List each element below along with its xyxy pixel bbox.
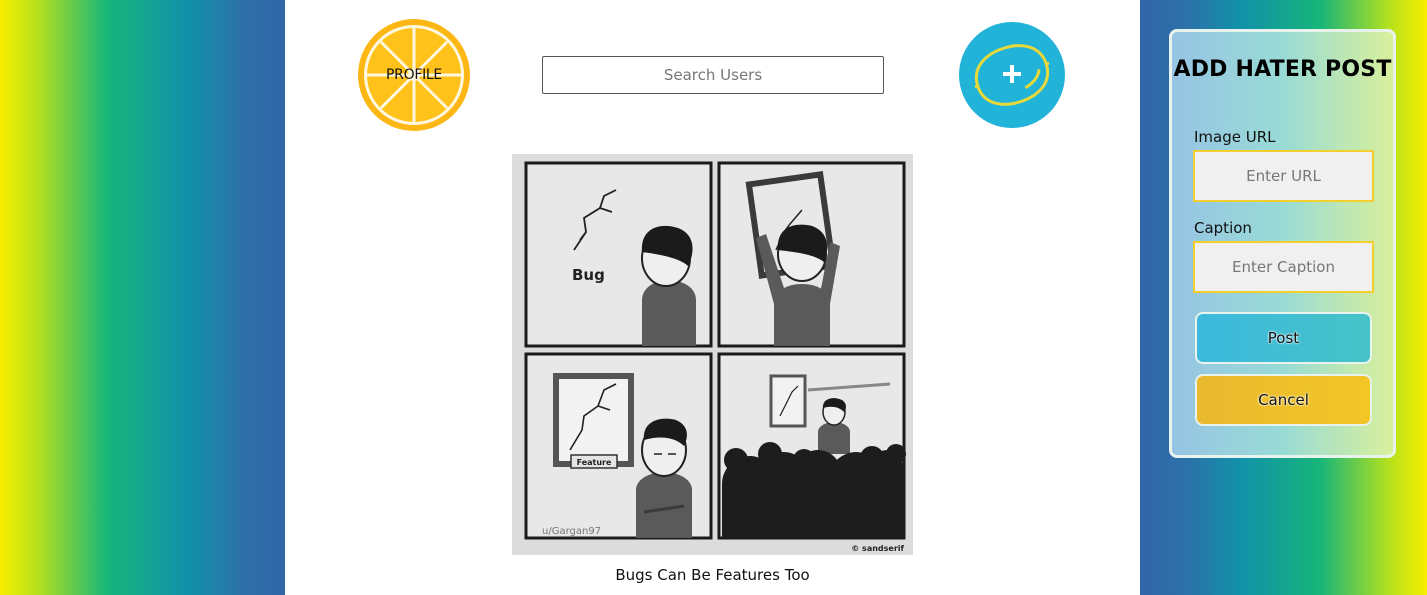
panel-title: ADD HATER POST	[1173, 57, 1392, 82]
man-figure-1	[641, 225, 696, 346]
bug-label: Bug	[572, 266, 605, 284]
add-post-panel: ADD HATER POST Image URL Caption Post Ca…	[1169, 29, 1396, 458]
man-figure-3	[636, 418, 692, 538]
cancel-button[interactable]: Cancel	[1195, 374, 1372, 426]
frame-label: Feature	[577, 458, 612, 467]
add-post-button[interactable]	[958, 21, 1066, 129]
search-users-input[interactable]	[542, 56, 884, 94]
lemon-plus-icon	[959, 22, 1065, 128]
image-url-input[interactable]	[1193, 150, 1374, 202]
post-caption: Bugs Can Be Features Too	[615, 566, 810, 584]
post-image: Bug Feature u/Gargan97 © sandserif	[512, 154, 913, 555]
caption-input[interactable]	[1193, 241, 1374, 293]
feed-area: PROFILE Bug	[285, 0, 1140, 595]
credit-left: u/Gargan97	[542, 526, 601, 537]
profile-label: PROFILE	[386, 67, 442, 83]
credit-right: © sandserif	[851, 544, 904, 553]
image-url-label: Image URL	[1194, 128, 1276, 146]
profile-button[interactable]: PROFILE	[358, 19, 470, 131]
audience-silhouettes	[722, 442, 906, 538]
post-button[interactable]: Post	[1195, 312, 1372, 364]
caption-label: Caption	[1194, 219, 1252, 237]
